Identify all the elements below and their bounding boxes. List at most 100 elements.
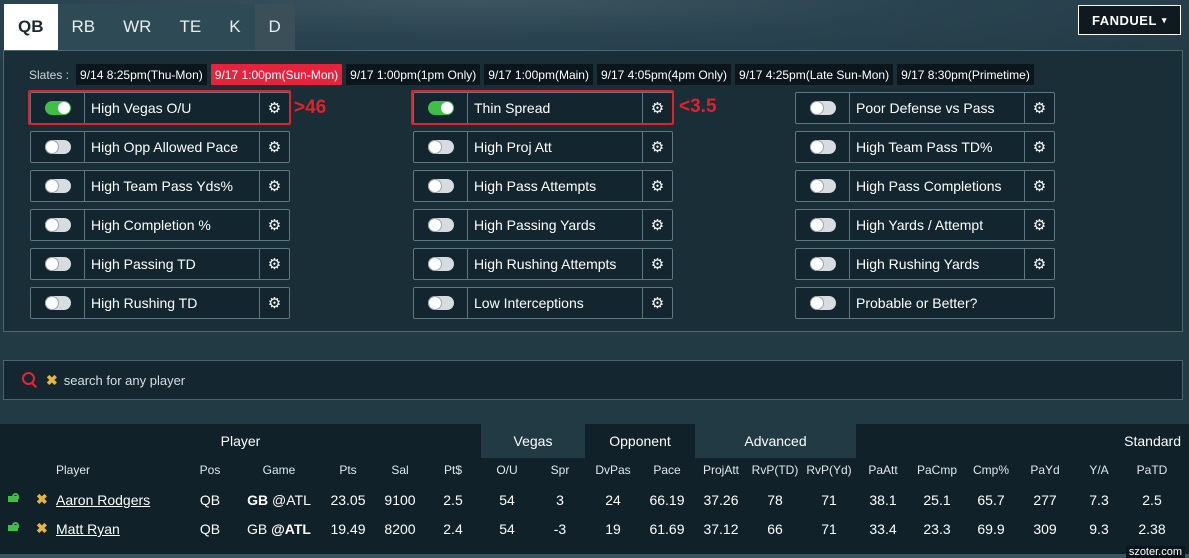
exclude-icon[interactable]: ✖ bbox=[36, 491, 48, 508]
column-header[interactable]: PaCmp bbox=[907, 463, 967, 477]
gear-icon[interactable]: ⚙ bbox=[259, 132, 289, 162]
unlock-icon[interactable] bbox=[8, 522, 19, 531]
tab-te[interactable]: TE bbox=[165, 4, 216, 50]
gear-icon[interactable]: ⚙ bbox=[1024, 93, 1054, 123]
horizontal-scrollbar[interactable] bbox=[0, 554, 1189, 558]
gear-icon[interactable]: ⚙ bbox=[642, 210, 672, 240]
position-tabs: QB RB WR TE K D bbox=[4, 4, 295, 50]
gear-icon[interactable]: ⚙ bbox=[259, 249, 289, 279]
gear-icon[interactable]: ⚙ bbox=[1024, 171, 1054, 201]
gear-icon[interactable]: ⚙ bbox=[642, 132, 672, 162]
search-icon[interactable] bbox=[22, 372, 38, 388]
column-header[interactable]: PaYd bbox=[1015, 463, 1075, 477]
exclude-icon[interactable]: ✖ bbox=[36, 520, 48, 537]
toggle-switch[interactable] bbox=[427, 179, 454, 193]
gear-icon[interactable]: ⚙ bbox=[259, 288, 289, 318]
column-header[interactable]: Player bbox=[43, 463, 103, 477]
toggle-switch[interactable] bbox=[427, 257, 454, 271]
filter-label: High Pass Attempts bbox=[474, 178, 597, 194]
toggle-switch[interactable] bbox=[44, 179, 71, 193]
column-header[interactable]: Y/A bbox=[1069, 463, 1129, 477]
toggle-switch[interactable] bbox=[44, 296, 71, 310]
toggle-knob bbox=[428, 258, 441, 270]
gear-icon[interactable]: ⚙ bbox=[1024, 249, 1054, 279]
annotation-spread: <3.5 bbox=[679, 96, 717, 117]
clear-icon[interactable]: ✖ bbox=[46, 372, 58, 389]
column-header[interactable]: PaTD bbox=[1122, 463, 1182, 477]
unlock-icon[interactable] bbox=[8, 493, 19, 502]
filter-label: High Rushing Yards bbox=[856, 256, 980, 272]
filter-label: High Team Pass TD% bbox=[856, 139, 993, 155]
filter-label: Probable or Better? bbox=[856, 295, 978, 311]
slate-button[interactable]: 9/17 4:05pm(4pm Only) bbox=[596, 64, 732, 85]
gear-icon[interactable]: ⚙ bbox=[259, 171, 289, 201]
toggle-switch[interactable] bbox=[809, 140, 836, 154]
toggle-knob bbox=[810, 102, 823, 114]
toggle-switch[interactable] bbox=[44, 257, 71, 271]
toggle-knob bbox=[810, 258, 823, 270]
column-header[interactable]: DvPas bbox=[583, 463, 643, 477]
gear-icon[interactable]: ⚙ bbox=[259, 210, 289, 240]
tab-d[interactable]: D bbox=[254, 4, 295, 50]
toggle-switch[interactable] bbox=[809, 218, 836, 232]
game-matchup: GB @ATL bbox=[239, 521, 319, 537]
gear-icon[interactable]: ⚙ bbox=[1024, 132, 1054, 162]
column-header[interactable]: Pt$ bbox=[423, 463, 483, 477]
column-header[interactable]: Pos bbox=[180, 463, 240, 477]
column-header[interactable]: PaAtt bbox=[853, 463, 913, 477]
site-selector-dropdown[interactable]: FANDUEL ▾ bbox=[1078, 5, 1181, 35]
player-name-link[interactable]: Matt Ryan bbox=[56, 521, 120, 537]
table-cell: 9.3 bbox=[1089, 521, 1109, 537]
tab-wr[interactable]: WR bbox=[109, 4, 166, 50]
player-name-link[interactable]: Aaron Rodgers bbox=[56, 492, 150, 508]
slate-button[interactable]: 9/17 1:00pm(Main) bbox=[484, 64, 593, 85]
toggle-switch[interactable] bbox=[427, 218, 454, 232]
table-cell: 61.69 bbox=[649, 521, 685, 537]
filter-col3-2: High Pass Completions ⚙ bbox=[795, 170, 1055, 202]
table-cell: 38.1 bbox=[869, 492, 897, 508]
group-header-standard: Standard bbox=[1124, 433, 1181, 449]
column-header[interactable]: O/U bbox=[477, 463, 537, 477]
column-header[interactable]: Cmp% bbox=[961, 463, 1021, 477]
slate-button[interactable]: 9/17 4:25pm(Late Sun-Mon) bbox=[735, 64, 894, 85]
filter-col1-5: High Rushing TD ⚙ bbox=[30, 287, 290, 319]
toggle-switch[interactable] bbox=[44, 140, 71, 154]
table-cell: 9100 bbox=[384, 492, 416, 508]
slate-button[interactable]: 9/17 1:00pm(1pm Only) bbox=[346, 64, 481, 85]
column-header[interactable]: ProjAtt bbox=[691, 463, 751, 477]
tab-qb[interactable]: QB bbox=[4, 4, 58, 50]
toggle-switch[interactable] bbox=[809, 296, 836, 310]
toggle-knob bbox=[45, 219, 58, 231]
column-header[interactable]: Spr bbox=[530, 463, 590, 477]
column-header[interactable]: RvP(Yd) bbox=[799, 463, 859, 477]
toggle-switch[interactable] bbox=[44, 218, 71, 232]
player-search-bar[interactable]: ✖ search for any player bbox=[3, 360, 1183, 400]
slate-button-active[interactable]: 9/17 1:00pm(Sun-Mon) bbox=[210, 64, 343, 85]
table-cell: 37.12 bbox=[703, 521, 739, 537]
gear-icon[interactable]: ⚙ bbox=[642, 249, 672, 279]
toggle-container bbox=[414, 171, 468, 201]
column-header[interactable]: RvP(TD) bbox=[745, 463, 805, 477]
table-cell: 277 bbox=[1033, 492, 1057, 508]
table-cell: 25.1 bbox=[923, 492, 951, 508]
table-cell: 54 bbox=[499, 492, 515, 508]
tab-rb[interactable]: RB bbox=[57, 4, 110, 50]
toggle-switch[interactable] bbox=[809, 179, 836, 193]
tab-k[interactable]: K bbox=[215, 4, 255, 50]
slate-button[interactable]: 9/17 8:30pm(Primetime) bbox=[897, 64, 1034, 85]
column-header[interactable]: Sal bbox=[370, 463, 430, 477]
column-header[interactable]: Game bbox=[249, 463, 309, 477]
gear-icon[interactable]: ⚙ bbox=[642, 171, 672, 201]
toggle-switch[interactable] bbox=[427, 140, 454, 154]
column-header[interactable]: Pts bbox=[318, 463, 378, 477]
toggle-switch[interactable] bbox=[427, 296, 454, 310]
gear-icon[interactable]: ⚙ bbox=[1024, 210, 1054, 240]
lock-body bbox=[8, 496, 18, 502]
toggle-switch[interactable] bbox=[809, 101, 836, 115]
column-header[interactable]: Pace bbox=[637, 463, 697, 477]
gear-icon[interactable]: ⚙ bbox=[642, 288, 672, 318]
slate-button[interactable]: 9/14 8:25pm(Thu-Mon) bbox=[76, 64, 207, 85]
filter-label: High Proj Att bbox=[474, 139, 552, 155]
toggle-switch[interactable] bbox=[809, 257, 836, 271]
search-input[interactable]: search for any player bbox=[64, 373, 185, 388]
